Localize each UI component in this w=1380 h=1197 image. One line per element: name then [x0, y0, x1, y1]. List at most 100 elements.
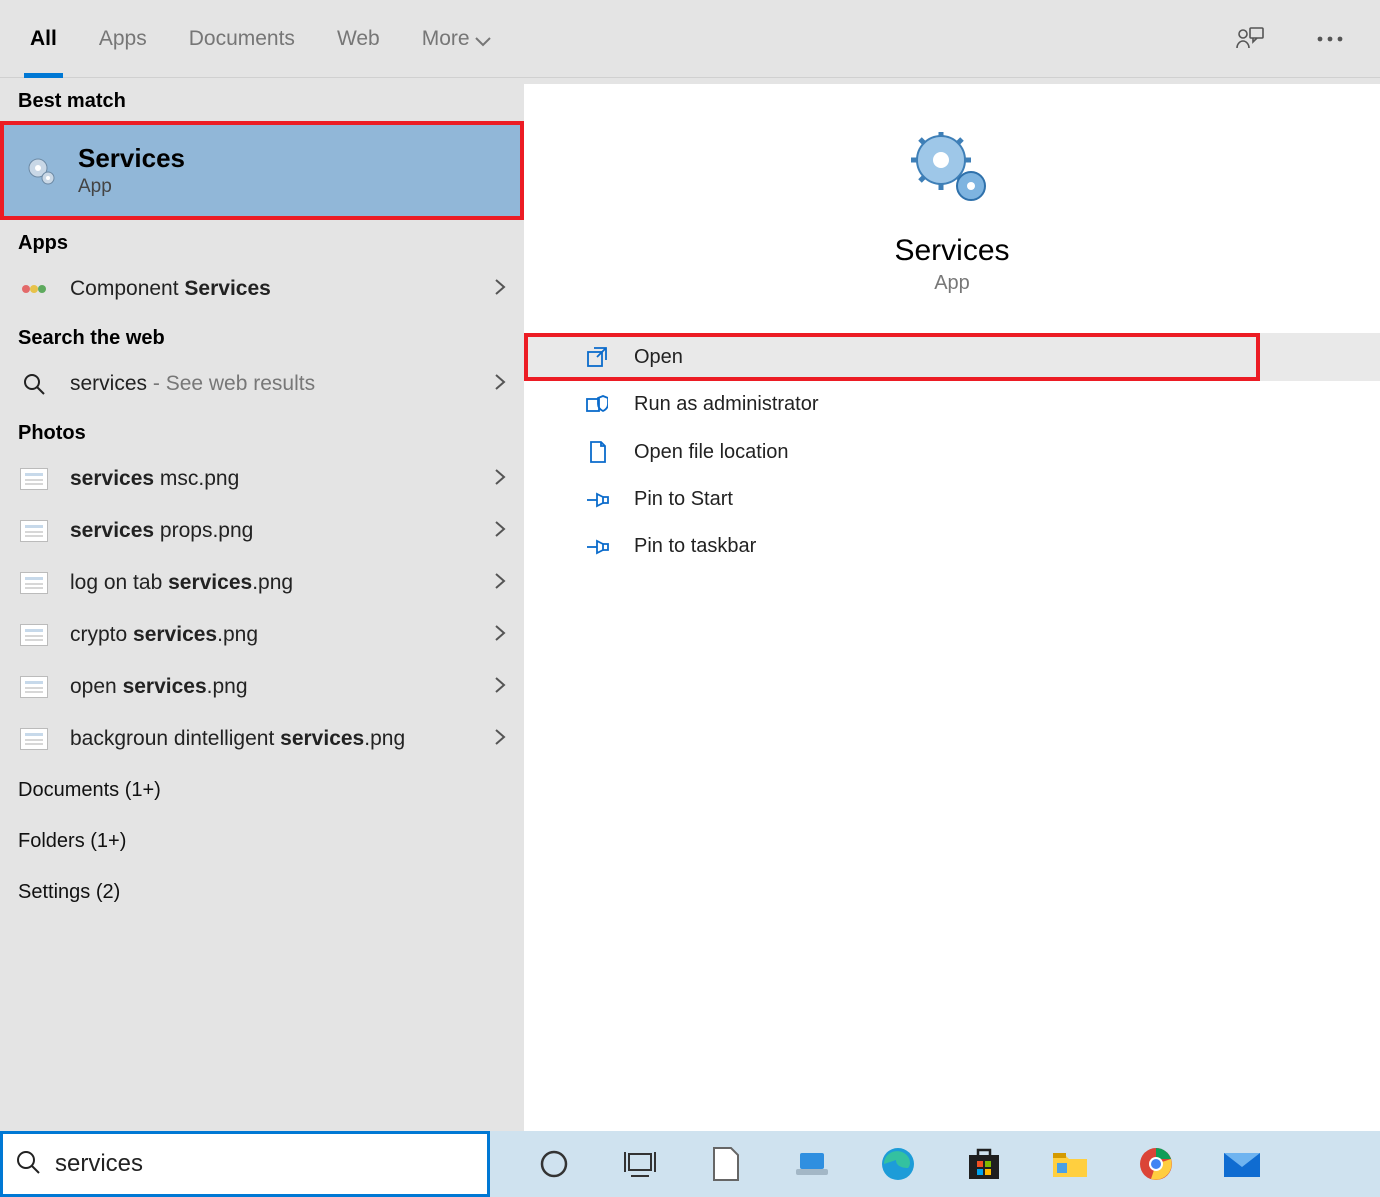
result-services-app[interactable]: Services App: [0, 121, 524, 220]
detail-pane: Services App Open Run as administrator O…: [524, 78, 1380, 1131]
search-input[interactable]: [55, 1150, 475, 1178]
result-title: Services: [78, 143, 185, 174]
search-icon: [18, 368, 50, 400]
action-open-file-location[interactable]: Open file location: [524, 428, 1380, 476]
tab-web[interactable]: Web: [337, 0, 380, 78]
cortana-icon[interactable]: [534, 1144, 574, 1184]
search-icon: [15, 1149, 41, 1180]
image-thumb-icon: [18, 671, 50, 703]
search-box[interactable]: [0, 1131, 490, 1197]
pin-icon: [584, 491, 610, 509]
action-label: Run as administrator: [634, 393, 819, 416]
action-label: Pin to Start: [634, 488, 733, 511]
detail-title: Services: [524, 234, 1380, 268]
component-services-icon: [18, 273, 50, 305]
result-photo[interactable]: services props.png: [0, 505, 524, 557]
action-label: Open: [634, 346, 683, 369]
result-photo[interactable]: open services.png: [0, 661, 524, 713]
chevron-right-icon: [494, 520, 506, 543]
photo-post: .png: [364, 727, 405, 750]
laptop-icon[interactable]: [792, 1144, 832, 1184]
open-icon: [584, 346, 610, 368]
photo-match: services: [280, 727, 364, 750]
action-open-extension: [1260, 333, 1380, 381]
photo-pre: open: [70, 675, 123, 698]
tab-more[interactable]: More: [422, 0, 492, 78]
action-label: Open file location: [634, 441, 789, 464]
chevron-right-icon: [494, 468, 506, 491]
web-heading: Search the web: [0, 315, 524, 358]
chevron-right-icon: [494, 373, 506, 396]
results-pane: Best match Services App Apps Compo: [0, 78, 524, 1131]
image-thumb-icon: [18, 723, 50, 755]
tab-apps[interactable]: Apps: [99, 0, 147, 78]
mail-icon[interactable]: [1222, 1144, 1262, 1184]
result-web-services[interactable]: services - See web results: [0, 358, 524, 410]
result-text-suffix: - See web results: [147, 372, 315, 395]
chevron-right-icon: [494, 676, 506, 699]
category-folders[interactable]: Folders (1+): [0, 816, 524, 867]
action-label: Pin to taskbar: [634, 535, 756, 558]
libreoffice-icon[interactable]: [706, 1144, 746, 1184]
photo-match: services: [123, 675, 207, 698]
more-options-icon[interactable]: [1310, 19, 1350, 59]
image-thumb-icon: [18, 463, 50, 495]
photos-heading: Photos: [0, 410, 524, 453]
task-view-icon[interactable]: [620, 1144, 660, 1184]
action-list: Open Run as administrator Open file loca…: [524, 333, 1380, 570]
detail-subtitle: App: [524, 272, 1380, 333]
photo-match: services: [133, 623, 217, 646]
feedback-icon[interactable]: [1230, 19, 1270, 59]
result-text-match: Services: [184, 277, 270, 300]
chevron-right-icon: [494, 572, 506, 595]
result-text-match: services: [70, 372, 147, 395]
result-photo[interactable]: log on tab services.png: [0, 557, 524, 609]
photo-pre: log on tab: [70, 571, 168, 594]
tab-more-label: More: [422, 27, 470, 50]
photo-pre: backgroun dintelligent: [70, 727, 280, 750]
photo-pre: crypto: [70, 623, 133, 646]
photo-post: .png: [252, 571, 293, 594]
action-pin-to-taskbar[interactable]: Pin to taskbar: [524, 523, 1380, 570]
result-photo[interactable]: services msc.png: [0, 453, 524, 505]
chevron-right-icon: [494, 624, 506, 647]
photo-post: .png: [217, 623, 258, 646]
photo-match: services: [70, 519, 154, 542]
photo-post: props.png: [154, 519, 253, 542]
chevron-down-icon: [475, 27, 491, 50]
result-subtitle: App: [78, 176, 185, 198]
folder-icon: [584, 440, 610, 464]
category-documents[interactable]: Documents (1+): [0, 765, 524, 816]
image-thumb-icon: [18, 515, 50, 547]
result-text-pre: Component: [70, 277, 184, 300]
shield-icon: [584, 394, 610, 416]
photo-post: .png: [207, 675, 248, 698]
edge-icon[interactable]: [878, 1144, 918, 1184]
result-photo[interactable]: backgroun dintelligent services.png: [0, 713, 524, 765]
action-run-as-admin[interactable]: Run as administrator: [524, 381, 1380, 428]
services-app-icon: [524, 132, 1380, 208]
best-match-heading: Best match: [0, 78, 524, 121]
tab-documents[interactable]: Documents: [189, 0, 295, 78]
result-photo[interactable]: crypto services.png: [0, 609, 524, 661]
photo-match: services: [70, 467, 154, 490]
category-settings[interactable]: Settings (2): [0, 867, 524, 918]
file-explorer-icon[interactable]: [1050, 1144, 1090, 1184]
pin-icon: [584, 538, 610, 556]
image-thumb-icon: [18, 619, 50, 651]
apps-heading: Apps: [0, 220, 524, 263]
chrome-icon[interactable]: [1136, 1144, 1176, 1184]
action-open[interactable]: Open: [524, 333, 1260, 381]
search-filter-tabs: All Apps Documents Web More: [0, 0, 1380, 78]
taskbar: [490, 1131, 1380, 1197]
gear-icon: [24, 154, 58, 188]
image-thumb-icon: [18, 567, 50, 599]
detail-blank-area: [524, 570, 1380, 1131]
result-component-services[interactable]: Component Services: [0, 263, 524, 315]
photo-match: services: [168, 571, 252, 594]
tab-all[interactable]: All: [30, 0, 57, 78]
action-pin-to-start[interactable]: Pin to Start: [524, 476, 1380, 523]
microsoft-store-icon[interactable]: [964, 1144, 1004, 1184]
chevron-right-icon: [494, 728, 506, 751]
chevron-right-icon: [494, 278, 506, 301]
